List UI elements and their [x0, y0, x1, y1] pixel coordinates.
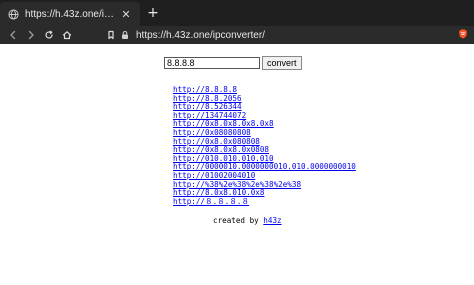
tab-active[interactable]: https://h.43z.one/ipconverter/ ✕	[0, 2, 140, 26]
forward-arrow-icon[interactable]	[24, 28, 38, 42]
address-bar[interactable]: https://h.43z.one/ipconverter/	[120, 28, 452, 42]
ip-input[interactable]	[164, 57, 260, 69]
bookmark-icon[interactable]	[104, 28, 118, 42]
footer-credit: created by h43z	[213, 216, 282, 225]
converter-form: convert	[164, 56, 302, 70]
results-list: http://8.8.8.8 http://8.8.2056 http://8.…	[173, 85, 356, 207]
globe-icon	[8, 8, 19, 20]
tab-bar: https://h.43z.one/ipconverter/ ✕ +	[0, 0, 474, 26]
page-content: convert http://8.8.8.8 http://8.8.2056 h…	[0, 44, 474, 285]
tab-title: https://h.43z.one/ipconverter/	[25, 8, 114, 20]
reload-icon[interactable]	[42, 28, 56, 42]
footer-prefix: created by	[213, 216, 259, 225]
result-link[interactable]: http://８.８.８.８	[173, 197, 356, 207]
author-link[interactable]: h43z	[263, 216, 281, 225]
home-icon[interactable]	[60, 28, 74, 42]
lock-icon	[122, 31, 128, 39]
plus-icon[interactable]: +	[146, 6, 160, 20]
address-text: https://h.43z.one/ipconverter/	[136, 29, 265, 41]
convert-button[interactable]: convert	[262, 56, 302, 70]
close-icon[interactable]: ✕	[120, 8, 132, 21]
brave-lion-icon[interactable]	[456, 27, 470, 41]
back-arrow-icon[interactable]	[6, 28, 20, 42]
